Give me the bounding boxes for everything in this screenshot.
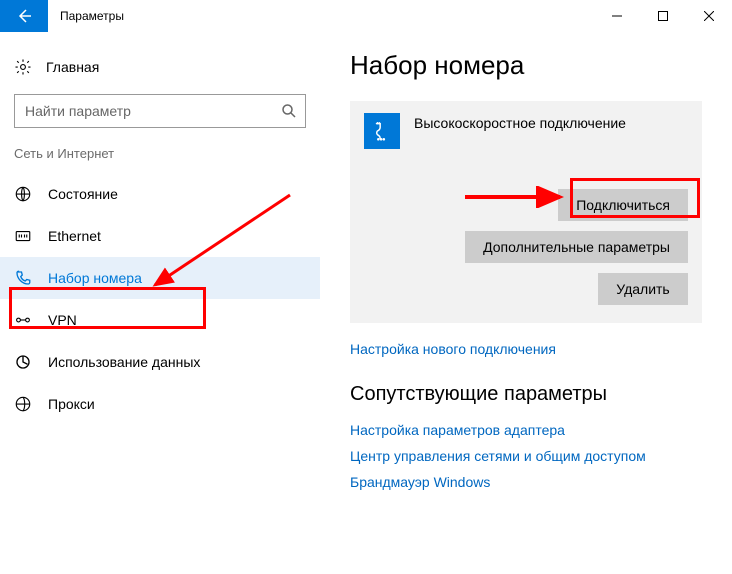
minimize-icon	[612, 11, 622, 21]
sidebar-item-datausage[interactable]: Использование данных	[0, 341, 320, 383]
close-button[interactable]	[686, 0, 732, 32]
new-connection-link[interactable]: Настройка нового подключения	[350, 341, 702, 357]
connection-panel: Высокоскоростное подключение Подключитьс…	[350, 101, 702, 323]
connection-icon	[364, 113, 400, 149]
delete-button[interactable]: Удалить	[598, 273, 688, 305]
search-box	[14, 94, 306, 128]
sidebar-item-label: Использование данных	[48, 354, 200, 370]
sidebar-item-label: Набор номера	[48, 270, 142, 286]
arrow-left-icon	[16, 8, 32, 24]
maximize-icon	[658, 11, 668, 21]
search-input[interactable]	[14, 94, 306, 128]
sidebar-item-label: VPN	[48, 312, 77, 328]
back-button[interactable]	[0, 0, 48, 32]
related-link-adapter[interactable]: Настройка параметров адаптера	[350, 422, 702, 438]
sidebar-item-label: Прокси	[48, 396, 95, 412]
related-link-sharing[interactable]: Центр управления сетями и общим доступом	[350, 448, 702, 464]
window-title: Параметры	[60, 9, 594, 23]
sidebar-item-status[interactable]: Состояние	[0, 173, 320, 215]
maximize-button[interactable]	[640, 0, 686, 32]
globe-icon	[14, 185, 32, 203]
page-title: Набор номера	[350, 50, 702, 81]
advanced-button[interactable]: Дополнительные параметры	[465, 231, 688, 263]
related-link-firewall[interactable]: Брандмауэр Windows	[350, 474, 702, 490]
home-label: Главная	[46, 59, 99, 75]
connection-row[interactable]: Высокоскоростное подключение	[364, 113, 688, 149]
minimize-button[interactable]	[594, 0, 640, 32]
vpn-icon	[14, 311, 32, 329]
section-header: Сеть и Интернет	[0, 146, 320, 173]
proxy-icon	[14, 395, 32, 413]
connect-button[interactable]: Подключиться	[558, 189, 688, 221]
sidebar-item-label: Ethernet	[48, 228, 101, 244]
close-icon	[704, 11, 714, 21]
sidebar-item-dialup[interactable]: Набор номера	[0, 257, 320, 299]
connection-name: Высокоскоростное подключение	[414, 113, 626, 131]
related-heading: Сопутствующие параметры	[350, 383, 702, 406]
data-usage-icon	[14, 353, 32, 371]
main-panel: Набор номера Высокоскоростное подключени…	[320, 32, 732, 574]
sidebar-item-ethernet[interactable]: Ethernet	[0, 215, 320, 257]
sidebar-item-proxy[interactable]: Прокси	[0, 383, 320, 425]
sidebar-item-vpn[interactable]: VPN	[0, 299, 320, 341]
gear-icon	[14, 58, 32, 76]
home-nav[interactable]: Главная	[0, 48, 320, 86]
phone-icon	[14, 269, 32, 287]
window-controls	[594, 0, 732, 32]
sidebar-item-label: Состояние	[48, 186, 118, 202]
titlebar: Параметры	[0, 0, 732, 32]
ethernet-icon	[14, 227, 32, 245]
sidebar: Главная Сеть и Интернет Состояние Ethern…	[0, 32, 320, 574]
